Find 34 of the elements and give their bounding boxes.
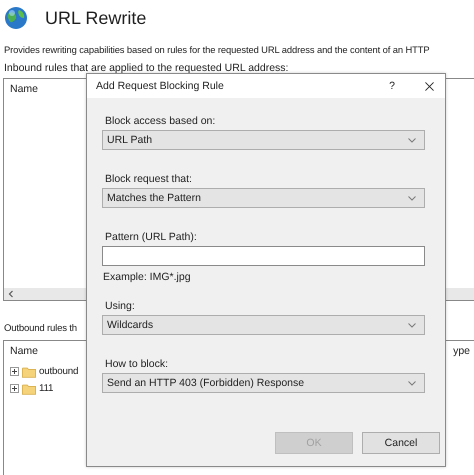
dropdown[interactable]: Wildcards <box>102 315 425 335</box>
help-button[interactable]: ? <box>389 80 395 92</box>
dropdown[interactable]: URL Path <box>102 130 425 150</box>
description-text: Provides rewriting capabilities based on rules for the requested URL address and the content of an HTTP <box>4 44 431 55</box>
hint-text: Example: IMG*.jpg <box>103 271 192 283</box>
dropdown[interactable]: Send an HTTP 403 (Forbidden) Response <box>102 373 425 393</box>
column-header[interactable]: Name <box>10 83 38 97</box>
page-title: URL Rewrite <box>45 8 146 28</box>
field-label: Block request that: <box>105 173 193 185</box>
tree-item[interactable]: 111 <box>39 383 54 394</box>
field-label: How to block: <box>105 358 170 370</box>
globe-icon <box>4 6 28 30</box>
cancel-button[interactable]: Cancel <box>362 432 440 454</box>
scroll-left-icon[interactable] <box>8 290 14 298</box>
expand-icon[interactable] <box>10 384 19 393</box>
field-label: Pattern (URL Path): <box>105 231 198 243</box>
chevron-down-icon[interactable] <box>408 138 416 142</box>
tree-item[interactable]: outbound <box>39 366 78 377</box>
chevron-down-icon[interactable] <box>408 322 416 328</box>
expand-icon[interactable] <box>10 367 19 376</box>
section-label: Outbound rules th <box>4 323 77 334</box>
dropdown[interactable]: Matches the Pattern <box>102 188 425 208</box>
column-header[interactable]: ype <box>453 345 470 359</box>
field-label: Using: <box>105 300 136 312</box>
section-label: Inbound rules that are applied to the requested URL address: <box>4 62 288 74</box>
close-icon[interactable] <box>425 82 434 90</box>
input-field[interactable] <box>102 246 425 266</box>
dialog-title: Add Request Blocking Rule <box>96 80 225 92</box>
folder-icon <box>22 366 36 378</box>
chevron-down-icon[interactable] <box>408 196 416 200</box>
column-header[interactable]: Name <box>10 345 38 359</box>
folder-icon <box>22 382 36 394</box>
field-label: Block access based on: <box>105 115 216 127</box>
chevron-down-icon[interactable] <box>408 380 416 386</box>
